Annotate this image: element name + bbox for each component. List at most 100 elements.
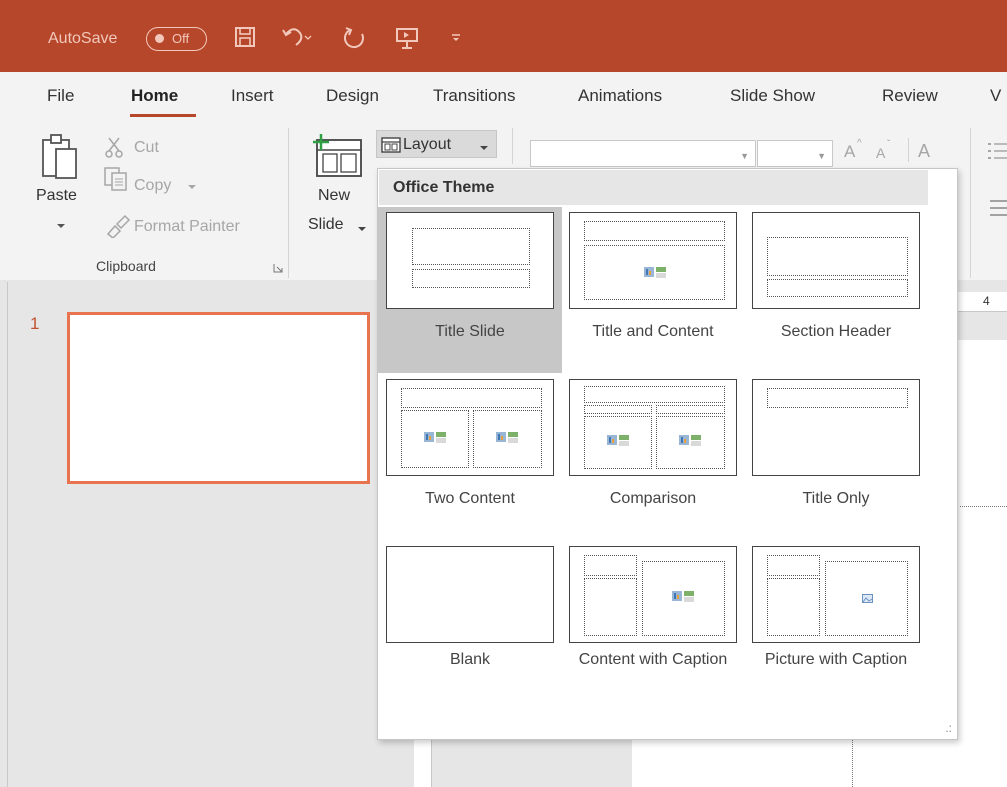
undo-icon[interactable] [282,26,312,48]
slide-guide [960,506,1007,507]
chevron-down-icon: ▼ [817,151,826,161]
tab-slide-show[interactable]: Slide Show [730,86,815,106]
placeholder [767,279,908,297]
layout-label: Content with Caption [578,651,728,668]
autosave-toggle[interactable]: Off [146,27,207,51]
gallery-header: Office Theme [379,170,928,205]
presentation-icon[interactable] [395,26,419,50]
content-icon [672,591,694,602]
tab-animations[interactable]: Animations [578,86,662,106]
tab-insert[interactable]: Insert [231,86,274,106]
copy-icon[interactable] [104,167,130,191]
placeholder [412,269,530,288]
active-tab-indicator [130,114,196,117]
layout-label: Layout [403,136,452,153]
content-icon [644,267,666,278]
copy-label[interactable]: Copy [134,177,171,195]
placeholder [584,405,652,414]
slide-guide [852,740,853,787]
tab-review[interactable]: Review [882,86,938,106]
layout-label: Title and Content [592,323,714,340]
placeholder [767,388,908,408]
group-separator [970,128,971,278]
tab-view[interactable]: V [990,86,1001,106]
new-slide-icon[interactable] [309,134,365,178]
placeholder [656,416,725,469]
new-slide-label-2[interactable]: Slide [308,216,344,234]
customize-qat-icon[interactable] [450,33,462,43]
paste-label[interactable]: Paste [36,187,77,205]
layout-comparison[interactable]: Comparison [561,374,745,540]
layout-label: Comparison [609,490,697,507]
title-bar: AutoSave Off [0,0,1007,72]
placeholder [584,555,637,576]
content-icon [496,432,518,443]
copy-dropdown-icon[interactable] [187,183,197,191]
shrink-font-icon[interactable]: A [876,145,885,161]
layout-label: Two Content [425,490,515,507]
align-icon[interactable] [988,198,1007,218]
placeholder [825,561,908,636]
layout-blank[interactable]: Blank [378,541,562,731]
chevron-down-icon: ▼ [740,151,749,161]
layout-section-header[interactable]: Section Header [744,207,928,373]
layout-thumbnail [569,212,737,309]
tab-design[interactable]: Design [326,86,379,106]
bullets-icon[interactable] [988,140,1007,170]
layout-content-with-caption[interactable]: Content with Caption [561,541,745,731]
layout-thumbnail [752,379,920,476]
gallery-header-label: Office Theme [393,179,495,196]
redo-icon[interactable] [342,26,368,50]
group-separator [512,128,513,164]
placeholder [767,578,820,636]
format-painter-label[interactable]: Format Painter [134,218,240,236]
autosave-label: AutoSave [48,30,118,47]
layout-two-content[interactable]: Two Content [378,374,562,540]
layout-title-only[interactable]: Title Only [744,374,928,540]
grow-font-caret: ^ [857,138,862,149]
font-name-combo[interactable]: ▼ [530,140,756,167]
new-slide-dropdown-icon[interactable] [357,225,367,233]
placeholder [401,388,542,408]
vertical-ruler [414,735,432,787]
dialog-launcher-icon[interactable] [273,263,283,273]
clipboard-group-label: Clipboard [96,258,156,274]
format-painter-icon[interactable] [105,214,131,238]
placeholder [584,245,725,300]
placeholder [584,386,725,403]
placeholder [473,410,542,468]
layout-dropdown-icon [480,146,488,150]
layout-title-slide[interactable]: Title Slide [378,207,562,373]
cut-label[interactable]: Cut [134,139,159,157]
cut-icon[interactable] [105,137,125,159]
resize-grip-icon[interactable]: .: [945,721,952,735]
layout-label: Blank [449,651,491,668]
layout-picture-with-caption[interactable]: Picture with Caption [744,541,928,731]
new-slide-label[interactable]: New [318,187,350,205]
clear-formatting-icon[interactable]: A [918,141,930,162]
layout-label: Section Header [780,323,892,340]
paste-icon[interactable] [40,132,80,180]
layout-label: Title Only [802,490,870,507]
placeholder [656,405,725,414]
tab-transitions[interactable]: Transitions [433,86,516,106]
layout-thumbnail [752,212,920,309]
font-size-combo[interactable]: ▼ [757,140,833,167]
save-icon[interactable] [234,26,256,48]
placeholder [767,237,908,276]
tab-home[interactable]: Home [131,86,178,106]
grow-font-icon[interactable]: A [844,142,855,162]
toggle-knob [155,34,164,43]
layout-thumbnail [752,546,920,643]
content-icon [679,435,701,446]
slide-thumbnail[interactable] [67,312,370,484]
slide-number: 1 [30,314,40,333]
paste-dropdown-icon[interactable] [56,222,66,230]
layout-thumbnail [569,546,737,643]
horizontal-ruler: 4 [955,292,1007,312]
placeholder [642,561,725,636]
ruler-mark: 4 [983,294,990,308]
layout-title-and-content[interactable]: Title and Content [561,207,745,373]
placeholder [584,221,725,241]
tab-file[interactable]: File [47,86,74,106]
